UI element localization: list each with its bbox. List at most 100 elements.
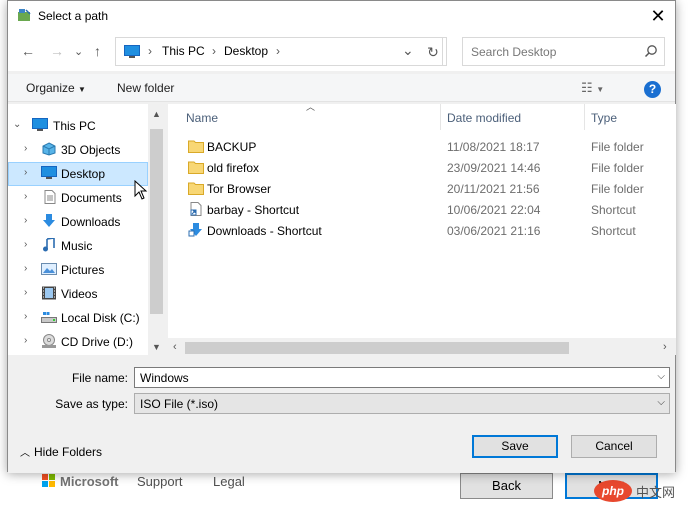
file-row[interactable]: old firefox 23/09/2021 14:46 File folder <box>8 157 675 178</box>
file-type: File folder <box>591 140 644 154</box>
scroll-up-icon[interactable]: ▲ <box>152 109 161 119</box>
folder-icon <box>188 161 204 174</box>
column-divider <box>440 104 441 130</box>
tree-label: Local Disk (C:) <box>61 311 140 325</box>
save-button[interactable]: Save <box>472 435 558 458</box>
chevron-up-icon: ︿ <box>20 448 30 459</box>
column-header-type[interactable]: Type <box>591 111 617 125</box>
toolbar: Organize ▼ New folder ☷ ▼ <box>8 74 675 102</box>
select-path-dialog: Select a path ✕ ← → ⌄ ↑ › This PC › Desk… <box>7 0 676 473</box>
new-folder-button[interactable]: New folder <box>117 81 174 95</box>
file-name: BACKUP <box>207 140 257 154</box>
organize-label: Organize <box>26 81 75 95</box>
file-row[interactable]: BACKUP 11/08/2021 18:17 File folder <box>8 136 675 157</box>
microsoft-brand: Microsoft <box>60 474 119 489</box>
chevron-down-icon[interactable]: ⌄ <box>402 42 414 59</box>
file-type: File folder <box>591 161 644 175</box>
expand-down-icon[interactable]: ⌄ <box>13 119 21 130</box>
back-arrow-icon[interactable]: ← <box>21 43 35 59</box>
up-arrow-icon[interactable]: ↑ <box>94 43 101 59</box>
file-row[interactable]: barbay - Shortcut 10/06/2021 22:04 Short… <box>8 199 675 220</box>
file-scroll-thumb[interactable] <box>185 342 569 354</box>
address-chevron: › <box>276 44 280 58</box>
expand-right-icon[interactable]: › <box>24 287 27 298</box>
hide-folders-label: Hide Folders <box>34 445 103 459</box>
watermark-text: 中文网 <box>636 484 676 500</box>
expand-right-icon[interactable]: › <box>24 335 27 346</box>
scroll-left-icon[interactable]: ‹ <box>173 341 177 353</box>
pc-icon <box>124 45 140 58</box>
file-name: old firefox <box>207 161 260 175</box>
expand-right-icon[interactable]: › <box>24 263 27 274</box>
file-name: Tor Browser <box>207 182 272 196</box>
address-chevron: › <box>148 44 152 58</box>
refresh-icon[interactable]: ↻ <box>420 37 447 66</box>
file-name-field[interactable]: Windows ⌵ <box>134 367 670 388</box>
folder-icon <box>188 182 204 195</box>
cd-icon <box>42 334 56 348</box>
tree-item-cd-drive[interactable]: › CD Drive (D:) <box>8 330 148 354</box>
help-icon[interactable]: ? <box>644 81 661 98</box>
tree-label: Music <box>61 239 93 253</box>
file-name-label: File name: <box>71 371 128 385</box>
tree-item-local-disk[interactable]: › Local Disk (C:) <box>8 306 148 330</box>
address-bar[interactable]: › This PC › Desktop › ⌄ <box>115 37 443 66</box>
drive-icon <box>41 312 57 323</box>
forward-arrow-icon[interactable]: → <box>50 43 64 59</box>
pc-icon <box>32 118 48 131</box>
file-date: 03/06/2021 21:16 <box>447 224 541 238</box>
file-row[interactable]: Downloads - Shortcut 03/06/2021 21:16 Sh… <box>8 220 675 241</box>
recent-dropdown-icon[interactable]: ⌄ <box>74 45 83 58</box>
tree-item-videos[interactable]: › Videos <box>8 282 148 306</box>
download-shortcut-icon <box>188 223 202 237</box>
column-header-name[interactable]: Name <box>186 111 218 125</box>
search-placeholder: Search Desktop <box>471 45 557 59</box>
microsoft-logo-icon <box>42 474 56 488</box>
folder-icon <box>188 140 204 153</box>
file-name: barbay - Shortcut <box>207 203 300 217</box>
organize-button[interactable]: Organize ▼ <box>26 81 86 95</box>
tree-label: Pictures <box>61 263 105 277</box>
scroll-right-icon[interactable]: › <box>663 341 667 353</box>
tree-label: Videos <box>61 287 98 301</box>
hide-folders-toggle[interactable]: ︿ Hide Folders <box>20 444 102 459</box>
close-icon[interactable]: ✕ <box>641 1 675 31</box>
file-date: 20/11/2021 21:56 <box>447 182 540 196</box>
search-icon[interactable] <box>644 44 658 58</box>
watermark-badge: php <box>594 480 632 502</box>
file-name-value: Windows <box>140 371 189 385</box>
tree-item-pictures[interactable]: › Pictures <box>8 258 148 282</box>
video-icon <box>42 286 56 300</box>
dialog-title: Select a path <box>38 9 109 23</box>
legal-link[interactable]: Legal <box>213 474 245 489</box>
file-type: Shortcut <box>591 203 636 217</box>
chevron-down-icon[interactable]: ⌵ <box>657 371 665 382</box>
address-chevron: › <box>212 44 216 58</box>
tree-item-this-pc[interactable]: ⌄ This PC <box>8 114 148 138</box>
expand-right-icon[interactable]: › <box>24 311 27 322</box>
search-input[interactable]: Search Desktop <box>462 37 665 66</box>
address-segment-desktop[interactable]: Desktop <box>224 44 268 58</box>
file-date: 11/08/2021 18:17 <box>447 140 540 154</box>
column-header-date[interactable]: Date modified <box>447 111 521 125</box>
title-bar: Select a path ✕ <box>8 1 675 31</box>
watermark: php 中文网 <box>594 480 675 502</box>
save-as-type-select[interactable]: ISO File (*.iso) ⌵ <box>134 393 670 414</box>
mouse-cursor-icon <box>134 180 148 200</box>
file-date: 23/09/2021 14:46 <box>447 161 541 175</box>
file-row[interactable]: Tor Browser 20/11/2021 21:56 File folder <box>8 178 675 199</box>
save-as-type-value: ISO File (*.iso) <box>140 397 219 411</box>
pictures-icon <box>41 263 57 275</box>
sort-ascending-icon: ︿ <box>306 102 316 112</box>
file-name: Downloads - Shortcut <box>207 224 322 238</box>
column-divider <box>584 104 585 130</box>
scroll-down-icon[interactable]: ▼ <box>152 342 161 352</box>
file-type: File folder <box>591 182 644 196</box>
tree-label: CD Drive (D:) <box>61 335 133 349</box>
address-segment-this-pc[interactable]: This PC <box>162 44 205 58</box>
back-button[interactable]: Back <box>460 473 553 499</box>
app-icon <box>18 9 31 21</box>
support-link[interactable]: Support <box>137 474 183 489</box>
cancel-button[interactable]: Cancel <box>571 435 657 458</box>
view-options-icon[interactable]: ☷ ▼ <box>581 80 604 96</box>
